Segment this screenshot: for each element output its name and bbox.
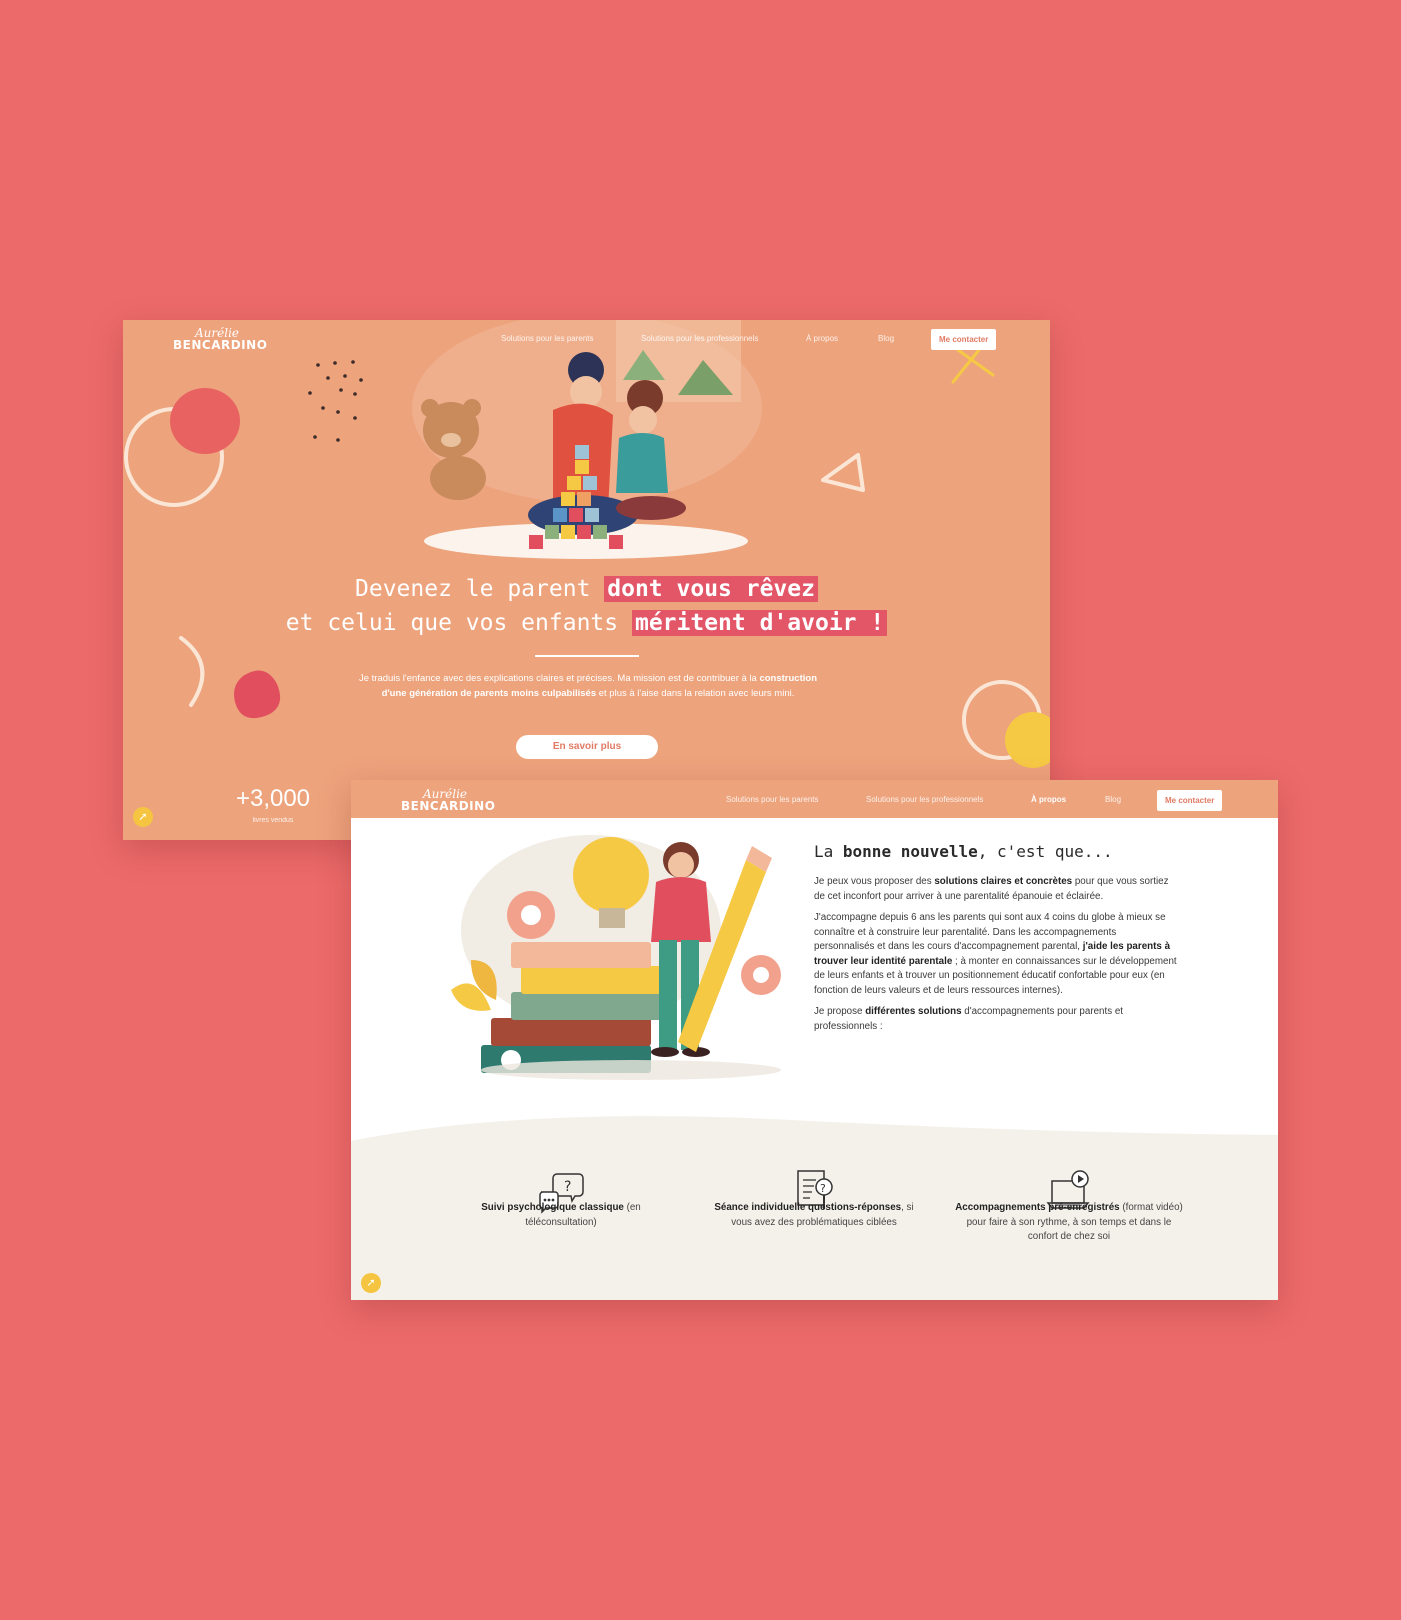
text-bold: solutions claires et concrètes — [934, 876, 1073, 887]
hero-title-highlight: dont vous rêvez — [604, 576, 818, 602]
text-part: Je peux vous proposer des — [814, 876, 935, 887]
logo-wordmark: BENCARDINO — [173, 338, 268, 352]
nav-item-blog[interactable]: Blog — [878, 334, 894, 343]
good-news-body: Je peux vous proposer des solutions clai… — [814, 875, 1179, 1041]
hero-text-part: et plus à l'aise dans la relation avec l… — [596, 687, 795, 699]
hero-description: Je traduis l'enfance avec des explicatio… — [353, 672, 823, 701]
hero-title-plain: et celui que vos enfants — [285, 610, 632, 636]
text-part: Je propose — [814, 1006, 866, 1017]
chat-badge-icon[interactable]: ➚ — [133, 807, 153, 827]
svg-text:?: ? — [564, 1179, 571, 1195]
chat-badge-icon[interactable]: ➚ — [361, 1273, 381, 1293]
nav-item-professionals[interactable]: Solutions pour les professionnels — [866, 795, 983, 804]
nav-item-professionals[interactable]: Solutions pour les professionnels — [641, 334, 758, 343]
contact-button[interactable]: Me contacter — [931, 329, 997, 350]
paragraph-2: J'accompagne depuis 6 ans les parents qu… — [814, 911, 1179, 998]
hero-title-line-1: Devenez le parent dont vous rêvez — [123, 572, 1050, 606]
service-card-3: Accompagnements pré-enregistrés (format … — [954, 1201, 1184, 1245]
hero-title-plain: Devenez le parent — [355, 576, 605, 602]
paragraph-1: Je peux vous proposer des solutions clai… — [814, 875, 1179, 904]
nav-item-parents[interactable]: Solutions pour les parents — [501, 334, 594, 343]
nav-item-about[interactable]: À propos — [1031, 795, 1066, 804]
service-card-1: Suivi psychologique classique (en téléco… — [461, 1201, 661, 1230]
text-bold: différentes solutions — [865, 1006, 962, 1017]
stat-value: +3,000 — [235, 785, 311, 812]
top-navigation: Aurélie BENCARDINO Solutions pour les pa… — [351, 780, 1278, 818]
svg-text:?: ? — [820, 1182, 826, 1195]
brand-logo[interactable]: Aurélie BENCARDINO — [401, 787, 495, 817]
nav-item-parents[interactable]: Solutions pour les parents — [726, 795, 819, 804]
good-news-title: La bonne nouvelle, c'est que... — [814, 842, 1113, 861]
good-news-screenshot: Aurélie BENCARDINO Solutions pour les pa… — [351, 780, 1278, 1300]
hero-title-line-2: et celui que vos enfants méritent d'avoi… — [123, 606, 1050, 640]
woman-books-illustration — [451, 835, 781, 1080]
logo-wordmark: BENCARDINO — [401, 799, 496, 813]
paragraph-3: Je propose différentes solutions d'accom… — [814, 1005, 1179, 1034]
nav-item-blog[interactable]: Blog — [1105, 795, 1121, 804]
title-plain: , c'est que... — [977, 842, 1113, 861]
hero-title-highlight: méritent d'avoir ! — [631, 610, 888, 636]
services-section: ? Suivi psychologique classique (en télé… — [351, 1113, 1278, 1300]
stat-label: livres vendus — [252, 817, 294, 824]
nav-item-about[interactable]: À propos — [806, 334, 838, 343]
hero-divider — [535, 655, 639, 657]
title-bold: bonne nouvelle — [842, 842, 978, 861]
service-title: Accompagnements pré-enregistrés — [955, 1202, 1120, 1213]
top-navigation: Aurélie BENCARDINO Solutions pour les pa… — [123, 320, 1050, 356]
service-title: Séance individuelle questions-réponses — [714, 1202, 902, 1213]
service-card-2: Séance individuelle questions-réponses, … — [704, 1201, 924, 1230]
brand-logo[interactable]: Aurélie BENCARDINO — [173, 326, 267, 356]
hero-text-part: Je traduis l'enfance avec des explicatio… — [358, 673, 760, 684]
title-plain: La — [814, 842, 843, 861]
contact-button[interactable]: Me contacter — [1157, 790, 1223, 811]
service-title: Suivi psychologique classique — [481, 1202, 624, 1213]
learn-more-button[interactable]: En savoir plus — [516, 735, 658, 759]
hero-screenshot: Aurélie BENCARDINO Solutions pour les pa… — [123, 320, 1050, 840]
books-sold-stat: +3,000 livres vendus — [228, 785, 318, 824]
